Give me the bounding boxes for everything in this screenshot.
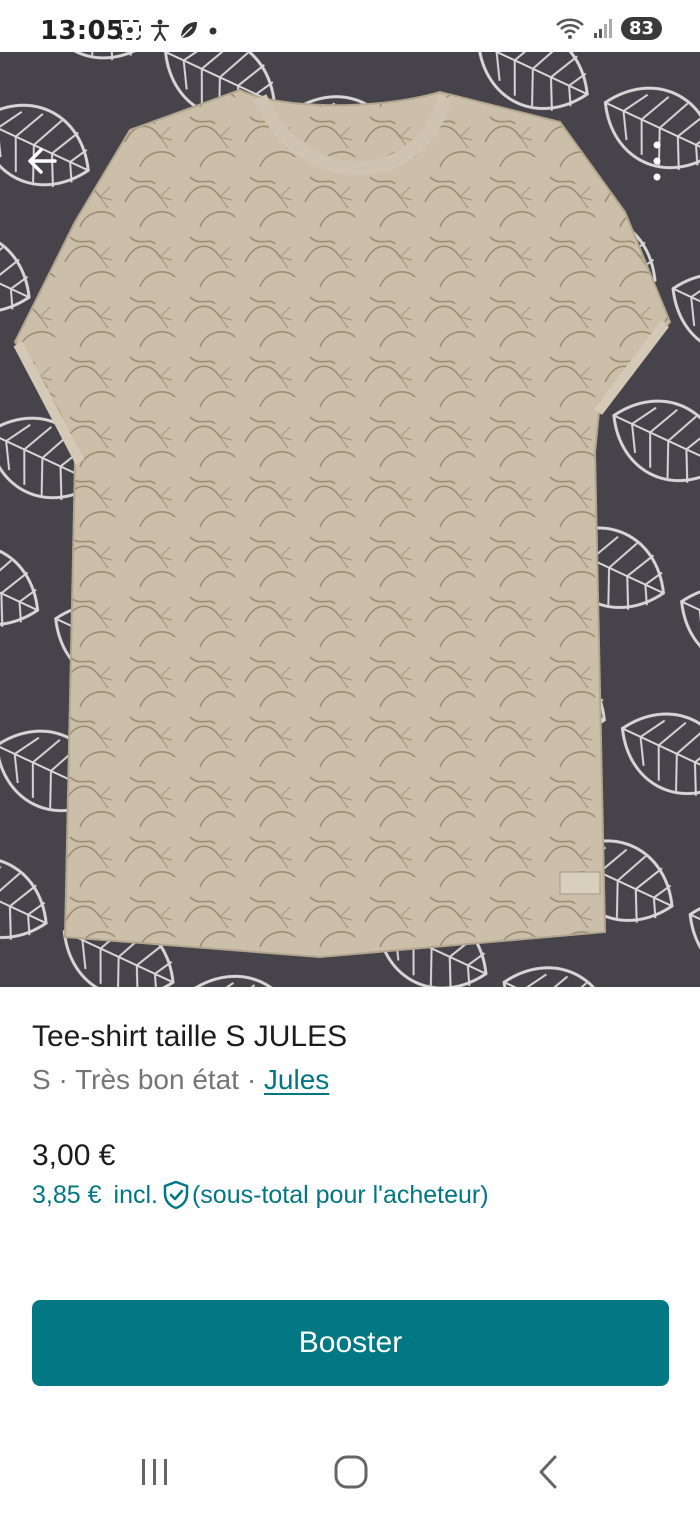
recent-apps-button[interactable] (133, 1450, 177, 1494)
more-vertical-icon (653, 141, 661, 181)
separator: · (58, 1064, 68, 1095)
status-bar: 13:05 83 (0, 0, 700, 52)
status-time: 13:05 (40, 16, 125, 46)
arrow-left-icon (28, 148, 57, 174)
leaf-icon (180, 22, 197, 39)
screenshot-icon (119, 20, 141, 40)
item-condition: Très bon état (75, 1064, 240, 1095)
buyer-note: (sous-total pour l'acheteur) (191, 1180, 489, 1209)
item-size: S (32, 1064, 51, 1095)
home-button[interactable] (329, 1450, 373, 1494)
battery-icon: 83 (620, 16, 662, 40)
wifi-icon (556, 18, 584, 39)
nav-back-button[interactable] (526, 1450, 570, 1494)
home-icon (334, 1455, 368, 1489)
tshirt-photo (0, 52, 700, 987)
back-icon (539, 1455, 557, 1489)
dot-icon (209, 27, 217, 35)
more-options-button[interactable] (632, 136, 682, 186)
system-nav-bar (0, 1420, 700, 1517)
booster-button[interactable]: Booster (32, 1300, 669, 1386)
buyer-price: 3,85 € (32, 1180, 102, 1209)
incl-label: incl. (113, 1180, 158, 1209)
recent-apps-icon (142, 1459, 167, 1485)
shield-check-icon (162, 1180, 190, 1210)
back-button[interactable] (18, 136, 68, 186)
product-photo[interactable] (0, 52, 700, 987)
separator: · (246, 1064, 257, 1095)
buyer-price-info[interactable]: 3,85 € incl. (sous-total pour l'acheteur… (32, 1180, 489, 1210)
signal-icon (593, 19, 612, 38)
item-subtitle: S · Très bon état · Jules (32, 1064, 329, 1096)
accessibility-icon (150, 19, 170, 42)
brand-link[interactable]: Jules (264, 1064, 329, 1095)
status-left-icons (118, 18, 220, 42)
item-price: 3,00 € (32, 1139, 116, 1172)
status-right: 83 (555, 16, 662, 40)
item-title: Tee-shirt taille S JULES (32, 1020, 348, 1053)
